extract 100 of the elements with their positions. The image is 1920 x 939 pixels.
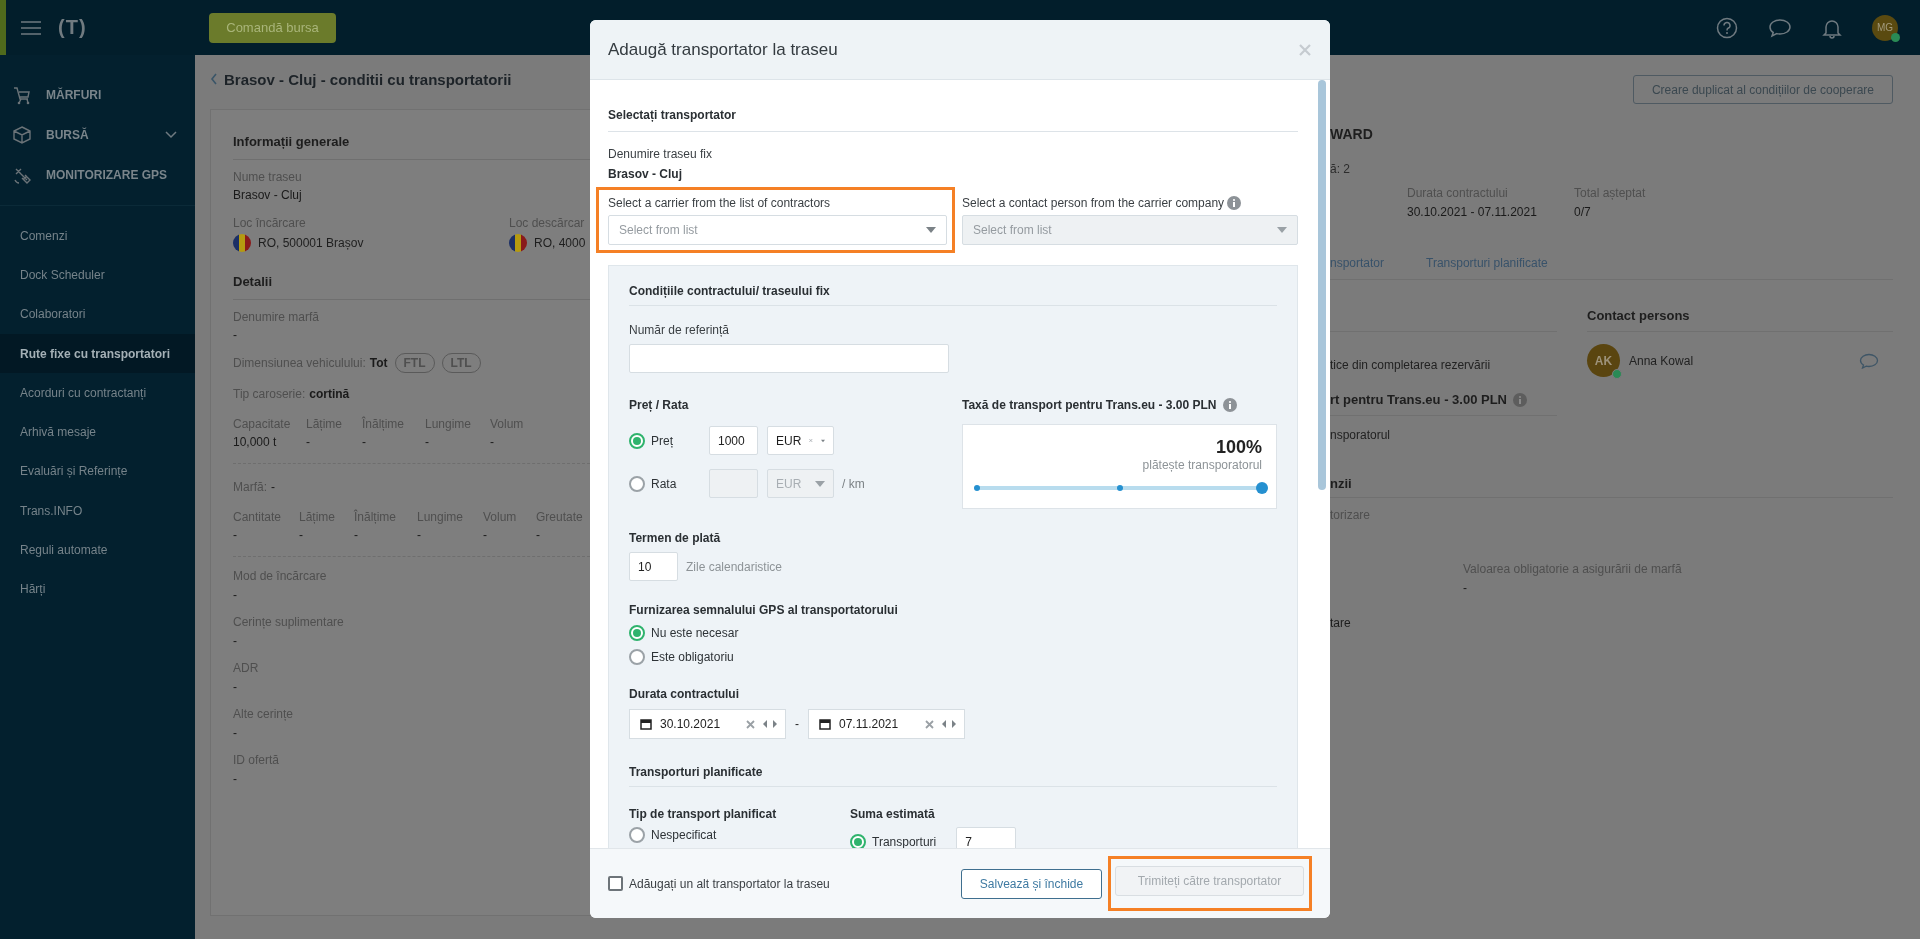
location-value: RO, 500001 Brașov <box>258 236 364 250</box>
section-heading: Termen de plată <box>629 531 722 545</box>
contact-name: Anna Kowal <box>1629 353 1694 368</box>
sidebar-item[interactable]: Dock Scheduler <box>0 255 195 295</box>
date-field[interactable]: 30.10.2021 <box>629 709 786 739</box>
reference-number-input[interactable] <box>629 344 949 373</box>
field-value: - <box>233 527 238 544</box>
radio-label[interactable]: Preț <box>651 433 673 448</box>
duplicate-conditions-button[interactable]: Creare duplicat al condițiilor de cooperare <box>1632 75 1893 104</box>
section-heading: Transporturi planificate <box>629 765 1277 787</box>
sidebar-item[interactable]: Reguli automate <box>0 530 195 570</box>
left-right-arrows-icon <box>942 720 956 728</box>
checkbox[interactable] <box>608 876 623 891</box>
box-icon <box>12 125 32 145</box>
field-value: - <box>425 434 430 451</box>
stat-value: 0/7 <box>1574 204 1592 221</box>
insurance-value: - <box>1463 580 1468 597</box>
sidebar-section-item[interactable]: BURSĂ <box>0 115 195 155</box>
sidebar-item[interactable]: Comenzi <box>0 216 195 256</box>
field-value: - <box>362 434 367 451</box>
section-heading: Contact persons <box>1587 280 1893 332</box>
left-right-arrows-icon <box>763 720 777 728</box>
radio-button[interactable] <box>629 432 645 449</box>
slider-tick <box>1116 485 1123 491</box>
field-value: - <box>271 480 275 494</box>
caret-down-icon <box>926 227 936 233</box>
radio-button[interactable] <box>629 827 645 843</box>
section-heading: Tip de transport planificat <box>629 807 778 821</box>
field-value: - <box>233 327 238 344</box>
save-and-close-button[interactable]: Salvează și închide <box>961 868 1102 899</box>
field-value: - <box>233 587 238 604</box>
logo[interactable]: (T) <box>58 16 87 39</box>
amount-input[interactable]: 1000 <box>709 426 758 455</box>
date-separator: - <box>794 717 800 731</box>
sidebar-section-item[interactable]: MONITORIZARE GPS <box>0 155 195 195</box>
contact-avatar: AK <box>1587 344 1620 377</box>
close-icon <box>1298 42 1312 57</box>
checkbox-label[interactable]: Adăugați un alt transportator la traseu <box>629 876 830 891</box>
calendar-icon <box>819 718 831 730</box>
field-value: - <box>306 434 311 451</box>
info-icon <box>1222 398 1237 412</box>
info-icon <box>1513 392 1527 407</box>
section-heading: Preț / Rata <box>629 398 690 412</box>
sidebar-item[interactable]: Arhivă mesaje <box>0 412 195 452</box>
section-heading: Selectați transportator <box>608 108 1298 132</box>
field-label: Număr de referință <box>629 323 731 337</box>
transport-count-input[interactable]: 7 <box>956 827 1017 848</box>
caret-down-icon <box>815 480 825 487</box>
sidebar-item[interactable]: Rute fixe cu transportatori <box>0 333 195 374</box>
dialog-title: Adaugă transportator la traseu <box>608 39 838 60</box>
field-value: - <box>536 527 541 544</box>
sidebar-item[interactable]: Hărți <box>0 569 195 609</box>
fee-heading: rt pentru Trans.eu - 3.00 PLN <box>1330 392 1507 407</box>
section-heading: Condițiile contractului/ traseului fix <box>629 284 1277 306</box>
radio-button[interactable] <box>629 624 645 641</box>
field-value: - <box>233 679 238 696</box>
field-value: - <box>354 527 359 544</box>
slider-tick <box>974 485 980 491</box>
user-avatar[interactable]: MG <box>1872 14 1898 41</box>
currency-select[interactable]: EUR <box>767 426 834 455</box>
radio-label[interactable]: Nespecificat <box>651 828 717 842</box>
sidebar-item[interactable]: Acorduri cu contractanți <box>0 373 195 413</box>
unit-label: Zile calendaristice <box>686 559 783 574</box>
section-heading: Suma estimată <box>850 807 936 821</box>
sidebar-section-item[interactable]: MĂRFURI <box>0 75 195 115</box>
fee-text: nsporatorul <box>1330 428 1392 442</box>
page-title: Brasov - Cluj - conditii cu transportatorii <box>224 70 512 88</box>
select-field[interactable]: Select from list <box>608 215 947 245</box>
sidebar-item[interactable]: Evaluări și Referințe <box>0 451 195 492</box>
sidebar-item[interactable]: Colaboratori <box>0 294 195 334</box>
section-heading: nzii <box>1330 476 1893 498</box>
fee-percent: 100% <box>1214 437 1262 458</box>
field-value: - <box>490 434 495 451</box>
section-heading: Furnizarea semnalului GPS al transportatorului <box>629 603 899 617</box>
radio-label[interactable]: Este obligatoriu <box>651 649 734 664</box>
radio-label[interactable]: Nu este necesar <box>651 625 739 640</box>
clear-icon <box>925 719 934 729</box>
help-icon <box>1716 16 1738 39</box>
radio-button[interactable] <box>629 648 645 665</box>
scrollbar[interactable] <box>1318 80 1326 490</box>
caret-down-icon <box>1277 227 1287 233</box>
sidebar-item[interactable]: Trans.INFO <box>0 491 195 531</box>
caret-down-icon <box>820 437 825 444</box>
payment-days-input[interactable]: 10 <box>629 552 678 581</box>
slider-thumb[interactable] <box>1256 482 1268 494</box>
field-value: 10,000 t <box>233 434 278 451</box>
field-value: Tot <box>369 356 388 370</box>
field-value: Brasov - Cluj <box>233 187 303 204</box>
field-value: - <box>483 527 488 544</box>
field-value: - <box>299 527 304 544</box>
date-field[interactable]: 07.11.2021 <box>808 709 965 739</box>
radio-label[interactable]: Transporturi <box>872 834 937 848</box>
chat-icon <box>1859 352 1879 369</box>
booking-text: tice din completarea rezervării <box>1330 358 1492 372</box>
field-label: tare <box>1330 616 1352 630</box>
radio-button[interactable] <box>850 833 866 848</box>
stat-value: 30.10.2021 - 07.11.2021 <box>1407 204 1538 221</box>
location-value: RO, 4000 <box>534 236 586 250</box>
section-heading: Detalii <box>233 270 590 300</box>
field-label: Select a contact person from the carrier company <box>962 196 1225 210</box>
